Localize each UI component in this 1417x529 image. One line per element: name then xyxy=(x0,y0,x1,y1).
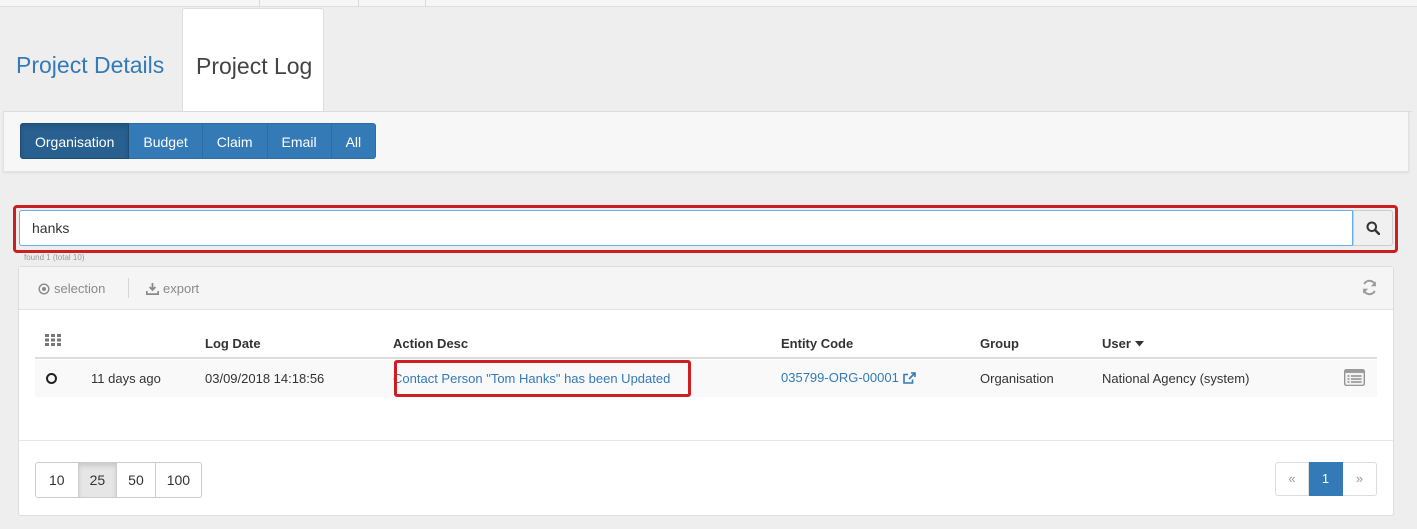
row-select-radio[interactable] xyxy=(46,373,57,384)
table-header: Log Date Action Desc Entity Code Group U… xyxy=(35,331,1377,359)
filter-all-button[interactable]: All xyxy=(331,123,377,159)
target-icon xyxy=(38,282,50,295)
selection-button[interactable]: selection xyxy=(38,281,105,296)
refresh-icon xyxy=(1362,279,1377,296)
refresh-button[interactable] xyxy=(1361,279,1378,301)
row-group: Organisation xyxy=(980,371,1054,386)
column-header-entity-code[interactable]: Entity Code xyxy=(781,336,853,351)
list-detail-icon xyxy=(1344,369,1365,386)
toolbar-divider xyxy=(128,278,129,298)
filter-budget-button[interactable]: Budget xyxy=(129,123,203,159)
column-header-user-label: User xyxy=(1102,336,1131,351)
page-size-group: 10 25 50 100 xyxy=(35,462,203,498)
filter-button-group: Organisation Budget Claim Email All xyxy=(20,123,377,159)
filter-organisation-button[interactable]: Organisation xyxy=(20,123,130,159)
top-strip-divider xyxy=(358,0,359,7)
row-log-date: 03/09/2018 14:18:56 xyxy=(205,371,325,386)
download-icon xyxy=(146,282,159,295)
row-entity-code-link[interactable]: 035799-ORG-00001 xyxy=(781,370,916,385)
filter-panel: Organisation Budget Claim Email All xyxy=(3,112,1409,172)
external-link-icon xyxy=(903,371,916,384)
row-entity-code: 035799-ORG-00001 xyxy=(781,370,899,385)
log-grid-panel: selection export Log Date Action Desc En… xyxy=(18,266,1394,516)
row-user: National Agency (system) xyxy=(1102,371,1250,386)
search-input[interactable] xyxy=(19,210,1353,246)
action-desc-highlight-box xyxy=(394,360,691,397)
search-button[interactable] xyxy=(1353,210,1393,246)
filter-claim-button[interactable]: Claim xyxy=(202,123,268,159)
table-row[interactable]: 11 days ago 03/09/2018 14:18:56 Contact … xyxy=(35,360,1377,397)
filter-email-button[interactable]: Email xyxy=(267,123,332,159)
sort-desc-icon xyxy=(1134,340,1144,346)
grid-toolbar: selection export xyxy=(19,267,1393,310)
top-strip-divider xyxy=(259,0,260,7)
tab-project-log-label: Project Log xyxy=(196,53,313,79)
pagination: « 1 » xyxy=(1275,462,1377,496)
row-relative-time: 11 days ago xyxy=(91,371,161,386)
page-size-100-button[interactable]: 100 xyxy=(155,462,203,498)
page-size-10-button[interactable]: 10 xyxy=(35,462,79,498)
tab-project-log[interactable]: Project Log xyxy=(182,8,324,112)
search-result-count: found 1 (total 10) xyxy=(24,253,85,262)
next-page-button[interactable]: » xyxy=(1343,462,1377,496)
export-label: export xyxy=(163,281,200,296)
export-button[interactable]: export xyxy=(146,281,199,296)
page-size-50-button[interactable]: 50 xyxy=(117,462,156,498)
column-header-log-date[interactable]: Log Date xyxy=(205,336,261,351)
prev-page-button[interactable]: « xyxy=(1275,462,1309,496)
column-chooser-button[interactable] xyxy=(45,334,61,349)
page-1-button[interactable]: 1 xyxy=(1309,462,1343,496)
grid-icon xyxy=(45,334,61,346)
grid-footer-divider xyxy=(19,440,1393,441)
page-size-25-button[interactable]: 25 xyxy=(78,462,118,498)
column-header-group[interactable]: Group xyxy=(980,336,1019,351)
column-header-action-desc[interactable]: Action Desc xyxy=(393,336,468,351)
row-details-button[interactable] xyxy=(1344,369,1365,389)
column-header-user[interactable]: User xyxy=(1102,336,1144,351)
top-strip xyxy=(0,0,1417,7)
tab-project-details[interactable]: Project Details xyxy=(16,50,164,80)
selection-label: selection xyxy=(54,281,106,296)
search-icon xyxy=(1366,221,1380,235)
top-strip-divider xyxy=(425,0,426,7)
